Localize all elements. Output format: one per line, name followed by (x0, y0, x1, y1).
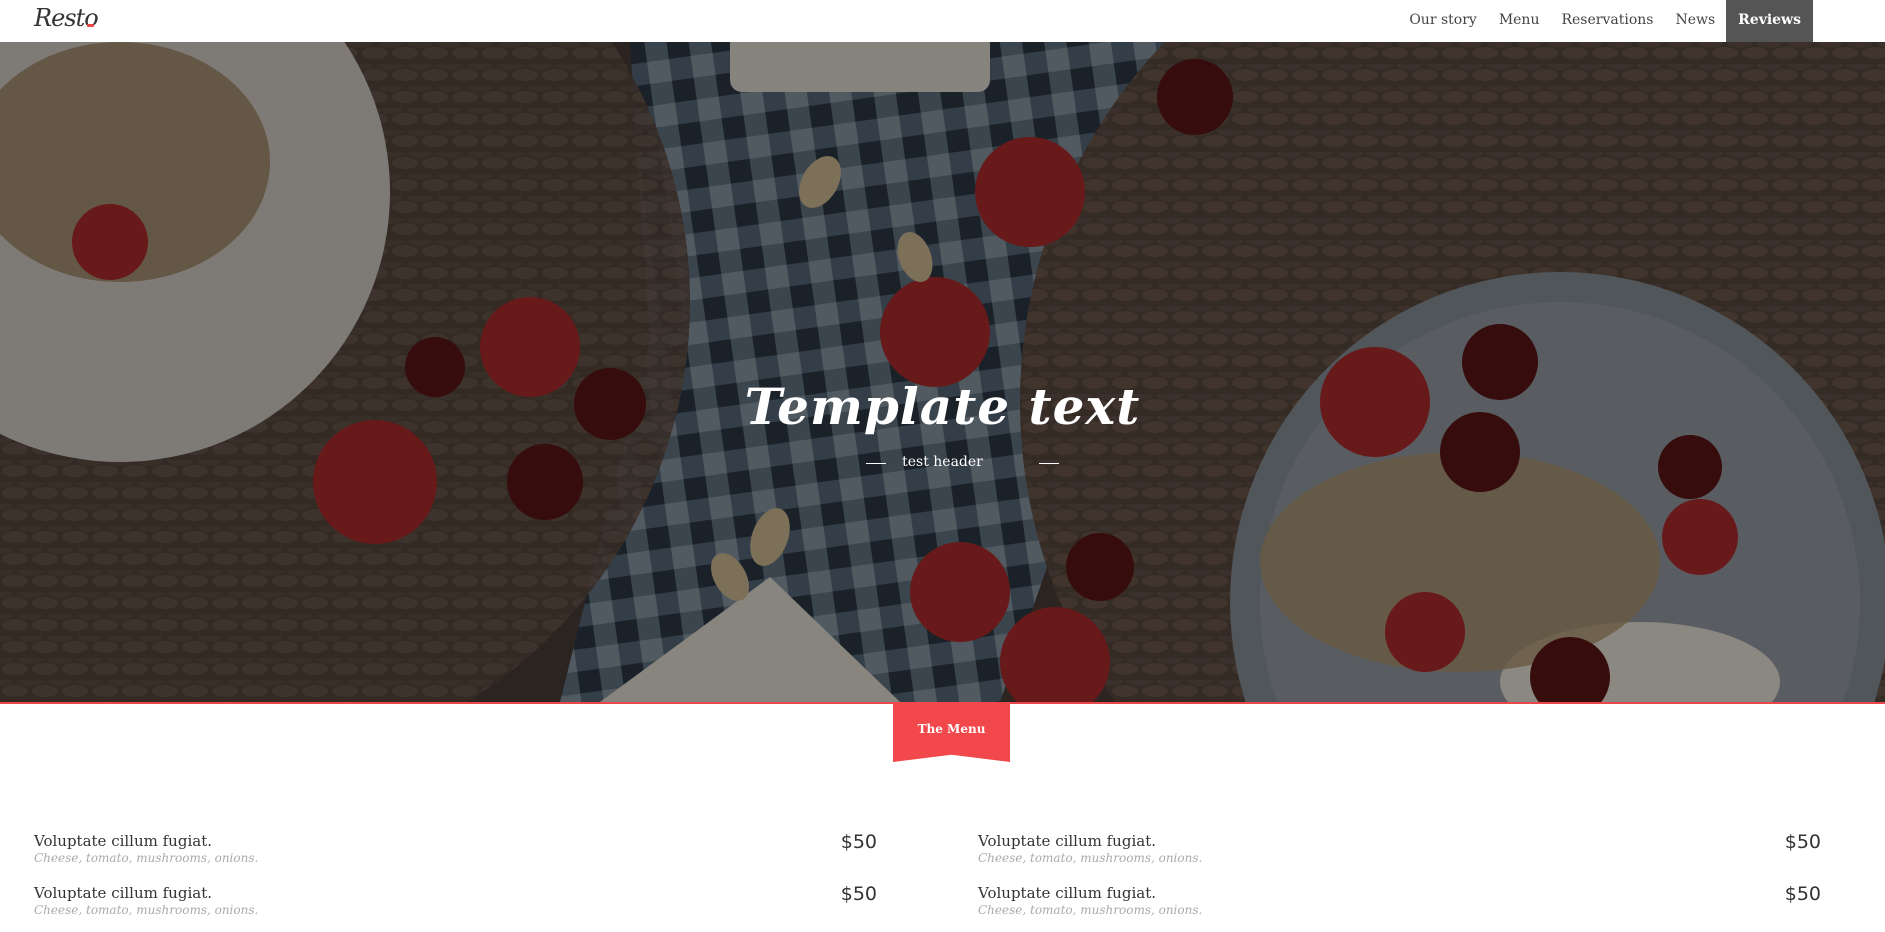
nav-item-news[interactable]: News (1664, 0, 1726, 42)
menu-item-price: $50 (840, 831, 877, 853)
menu-item: Voluptate cillum fugiat. Cheese, tomato,… (34, 880, 877, 932)
main-nav: Our story Menu Reservations News Reviews (1398, 0, 1813, 42)
section-ribbon-the-menu: The Menu (893, 702, 1010, 762)
menu-item-name: Voluptate cillum fugiat. (978, 832, 1156, 850)
hero-dark-overlay (0, 42, 1885, 702)
hero-title: Template text (744, 377, 1141, 436)
site-logo[interactable]: Resto (34, 4, 99, 32)
hero-subtitle-right-rule (1039, 463, 1059, 464)
menu-item-name: Voluptate cillum fugiat. (34, 884, 212, 902)
menu-item: Voluptate cillum fugiat. Cheese, tomato,… (978, 828, 1821, 880)
hero-subtitle: test header (902, 454, 983, 470)
menu-item-price: $50 (1784, 831, 1821, 853)
menu-item: Voluptate cillum fugiat. Cheese, tomato,… (34, 828, 877, 880)
nav-item-reservations[interactable]: Reservations (1550, 0, 1664, 42)
top-navbar: Resto Our story Menu Reservations News R… (0, 0, 1885, 42)
menu-item-name: Voluptate cillum fugiat. (34, 832, 212, 850)
menu-column-right: Voluptate cillum fugiat. Cheese, tomato,… (978, 828, 1821, 932)
logo-accent-dot (87, 24, 94, 27)
nav-item-menu[interactable]: Menu (1488, 0, 1551, 42)
menu-item-name: Voluptate cillum fugiat. (978, 884, 1156, 902)
nav-item-reviews[interactable]: Reviews (1726, 0, 1813, 42)
nav-item-our-story[interactable]: Our story (1398, 0, 1487, 42)
menu-item: Voluptate cillum fugiat. Cheese, tomato,… (978, 880, 1821, 932)
menu-column-left: Voluptate cillum fugiat. Cheese, tomato,… (34, 828, 877, 932)
menu-item-description: Cheese, tomato, mushrooms, onions. (34, 851, 259, 865)
hero-banner: Template text test header (0, 42, 1885, 702)
menu-item-price: $50 (840, 883, 877, 905)
menu-item-description: Cheese, tomato, mushrooms, onions. (978, 851, 1203, 865)
menu-item-price: $50 (1784, 883, 1821, 905)
